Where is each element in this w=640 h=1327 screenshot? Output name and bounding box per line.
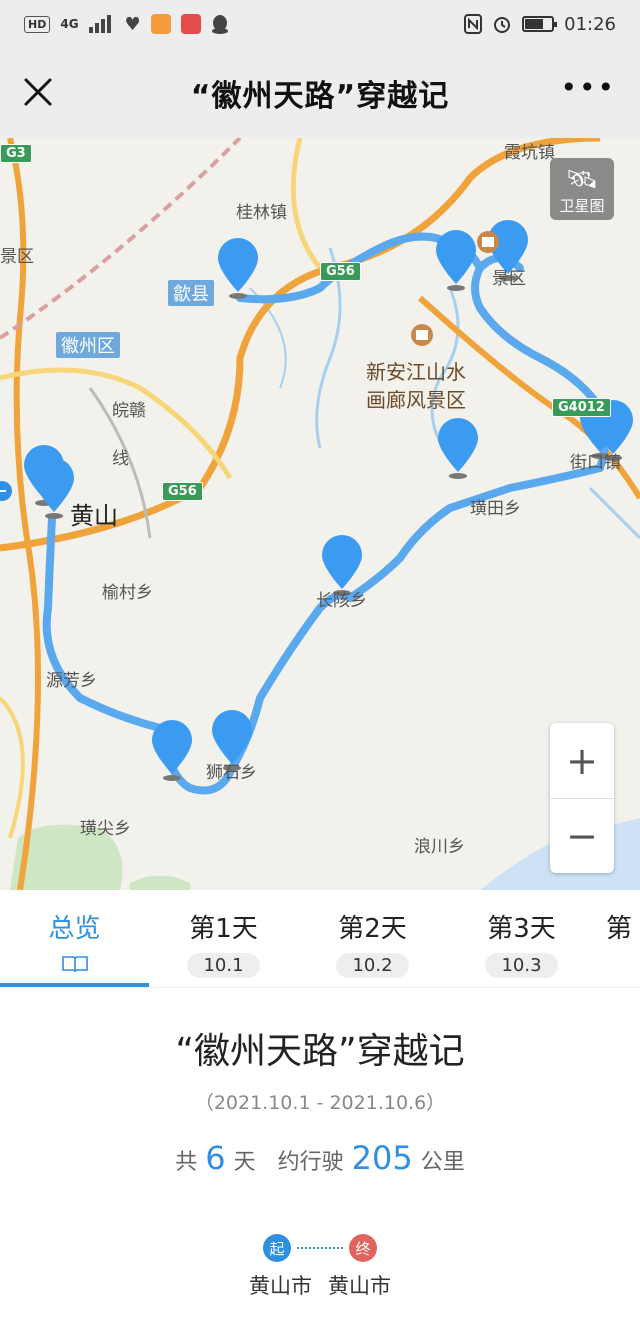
trip-title: “徽州天路”穿越记 [175, 1031, 465, 1072]
route-pin[interactable] [152, 720, 192, 781]
route-cities: 黄山市 黄山市 [0, 1270, 640, 1300]
map-label: 新安江山水 [366, 360, 466, 384]
zoom-control: + − [550, 723, 614, 873]
app-icon-red [180, 14, 201, 34]
satellite-label: 卫星图 [559, 197, 605, 215]
satellite-toggle-button[interactable]: 🛰 卫星图 [550, 158, 614, 220]
tab-label: 第1天 [189, 914, 258, 944]
route-map[interactable]: G3 G56 G56 G4012 霞坑镇 桂林镇 景区 歙县 徽州区 景区 新安… [0, 138, 640, 890]
map-label: 霞坑镇 [504, 143, 555, 163]
tab-date: 10.3 [485, 953, 558, 978]
distance-unit: 公里 [420, 1150, 465, 1175]
route-markers: 起 终 [0, 1234, 640, 1262]
battery-icon [522, 16, 558, 32]
tab-day-4-partial[interactable]: 第 [596, 890, 640, 987]
tab-date: 10.2 [336, 953, 409, 978]
road-shield-g4012: G4012 [552, 398, 611, 417]
satellite-icon: 🛰 [565, 165, 599, 195]
map-label: 狮石乡 [206, 763, 257, 783]
trip-stats: 共 6 天 约行驶 205 公里 [0, 1139, 640, 1177]
days-unit: 天 [233, 1150, 256, 1175]
close-icon[interactable] [20, 74, 56, 110]
map-label: 浪川乡 [414, 837, 465, 857]
scenic-poi-icon[interactable] [411, 324, 433, 346]
status-right: 01:26 [464, 14, 616, 35]
map-label: 璜田乡 [470, 499, 521, 519]
road [0, 696, 25, 839]
road-shield-g56: G56 [162, 482, 203, 501]
start-marker: 起 [263, 1234, 291, 1262]
route-endpoints: 起 终 黄山市 黄山市 [0, 1234, 640, 1300]
day-tabs: 总览 第1天 10.1 第2天 10.2 第3天 10.3 第 [0, 890, 640, 988]
road-shield-g56: G56 [320, 262, 361, 281]
tab-day-3[interactable]: 第3天 10.3 [447, 890, 596, 987]
zoom-in-button[interactable]: + [550, 723, 614, 798]
more-options-icon[interactable]: ••• [560, 74, 616, 102]
map-label: 源芳乡 [46, 671, 97, 691]
map-label: 景区 [492, 269, 526, 289]
map-label: 长陔乡 [316, 591, 367, 611]
tab-day-2[interactable]: 第2天 10.2 [298, 890, 447, 987]
penguin-icon [211, 15, 228, 34]
map-label: 画廊风景区 [366, 388, 466, 412]
distance-prefix: 约行驶 [277, 1150, 344, 1175]
route-pin[interactable] [34, 458, 74, 519]
route-connector [297, 1247, 343, 1249]
river [588, 486, 640, 540]
route-pin[interactable] [436, 230, 476, 291]
map-label: 歙县 [168, 280, 214, 306]
alarm-icon [494, 17, 511, 33]
tab-label: 第 [606, 914, 633, 944]
map-label: 景区 [0, 247, 34, 267]
nfc-icon [464, 14, 483, 34]
route-pin[interactable] [438, 418, 478, 479]
hd-indicator: HD [24, 15, 51, 33]
total-prefix: 共 [175, 1150, 198, 1175]
start-city: 黄山市 [249, 1274, 312, 1298]
tab-day-1[interactable]: 第1天 10.1 [149, 890, 298, 987]
tab-label: 总览 [48, 914, 101, 944]
end-city: 黄山市 [328, 1274, 391, 1298]
network-indicator: 4G [60, 17, 79, 31]
distance-value: 205 [351, 1139, 413, 1177]
map-label: 璜尖乡 [80, 819, 131, 839]
signal-icon [88, 15, 111, 33]
map-label: 线 [112, 449, 129, 469]
tab-overview[interactable]: 总览 [0, 890, 149, 987]
tab-label: 第3天 [487, 914, 556, 944]
book-icon [61, 956, 88, 973]
status-left: HD 4G ♥ [24, 14, 229, 35]
map-label: 徽州区 [56, 332, 120, 358]
clock: 01:26 [564, 13, 616, 35]
tab-label: 第2天 [338, 914, 407, 944]
health-icon: ♥ [124, 13, 141, 35]
nav-bar: “徽州天路”穿越记 ••• [0, 48, 640, 138]
map-label: 皖赣 [112, 401, 146, 421]
railway [0, 138, 242, 340]
map-label: 黄山 [70, 502, 118, 530]
trip-dates: （2021.10.1 - 2021.10.6） [194, 1092, 446, 1114]
map-label: 榆村乡 [102, 583, 153, 603]
day-count: 6 [205, 1139, 226, 1177]
route-line [42, 232, 609, 795]
end-marker: 终 [349, 1234, 377, 1262]
app-icon-orange [150, 14, 171, 34]
zoom-out-button[interactable]: − [550, 798, 614, 873]
location-icon [0, 481, 12, 501]
tab-date: 10.1 [187, 953, 260, 978]
trip-summary: “徽州天路”穿越记 （2021.10.1 - 2021.10.6） 共 6 天 … [0, 988, 640, 1327]
road [290, 138, 322, 270]
page-title: “徽州天路”穿越记 [190, 79, 450, 114]
park-area-2 [130, 875, 190, 890]
scenic-poi-icon[interactable] [477, 231, 499, 253]
map-label: 街口镇 [570, 453, 621, 473]
status-bar: HD 4G ♥ 01:26 [0, 0, 640, 48]
map-label: 桂林镇 [236, 203, 287, 223]
road-shield-g3: G3 [0, 144, 32, 163]
